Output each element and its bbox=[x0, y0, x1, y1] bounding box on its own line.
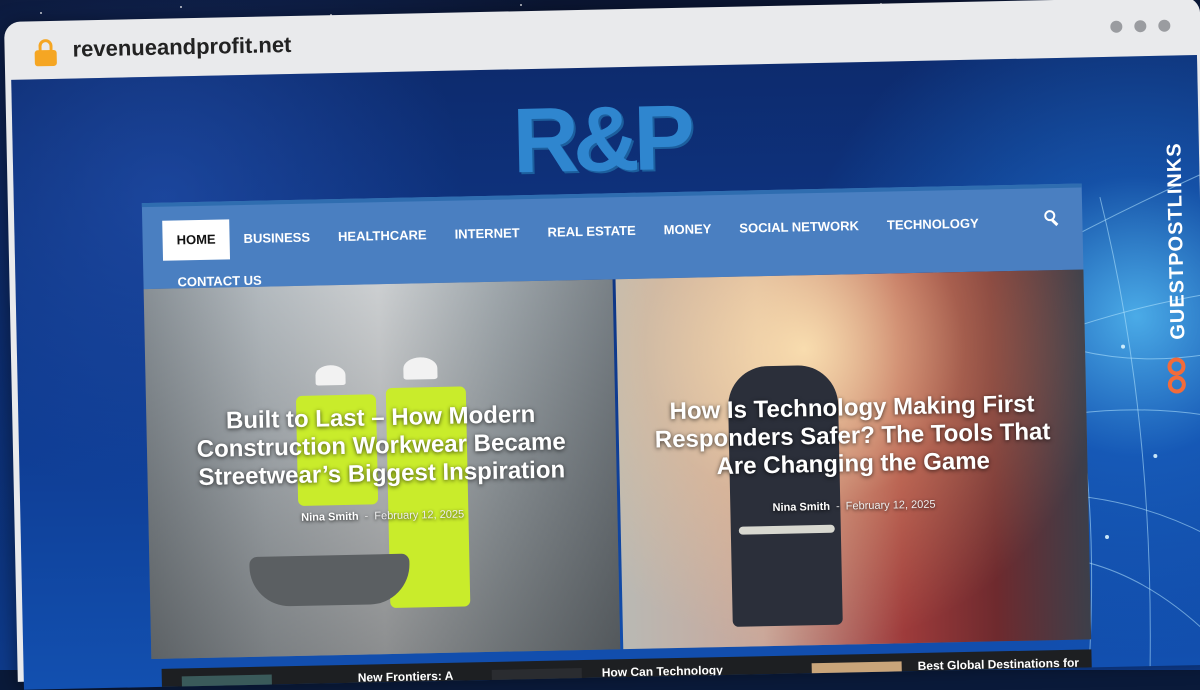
nav-item-real-estate[interactable]: REAL ESTATE bbox=[533, 211, 650, 253]
brand-text: GUESTPOSTLINKS bbox=[1163, 142, 1190, 340]
hero-title-1[interactable]: Built to Last – How Modern Construction … bbox=[176, 400, 586, 493]
page-viewport: R&P HOME BUSINESS HEALTHCARE INTERNET RE… bbox=[11, 55, 1200, 690]
nav-item-internet[interactable]: INTERNET bbox=[440, 213, 534, 255]
hero-meta-1: Nina Smith - February 12, 2025 bbox=[148, 505, 617, 527]
strip-title-3[interactable]: Best Global Destinations for bbox=[918, 655, 1088, 673]
nav-item-home[interactable]: HOME bbox=[162, 219, 231, 261]
dot-icon bbox=[1158, 19, 1171, 32]
hero-article-1[interactable]: Built to Last – How Modern Construction … bbox=[143, 279, 620, 660]
site-logo[interactable]: R&P bbox=[511, 86, 704, 193]
author-name[interactable]: Nina Smith bbox=[772, 501, 830, 514]
post-date: February 12, 2025 bbox=[374, 508, 465, 523]
dot-icon bbox=[1110, 20, 1123, 33]
guestpostlinks-badge: GUESTPOSTLINKS bbox=[1152, 105, 1198, 406]
strip-title-1[interactable]: New Frontiers: A bbox=[358, 668, 508, 685]
link-icon bbox=[1165, 357, 1188, 397]
logo-text: R&P bbox=[511, 86, 690, 193]
nav-item-healthcare[interactable]: HEALTHCARE bbox=[324, 215, 441, 257]
window-controls bbox=[1110, 19, 1171, 33]
author-name[interactable]: Nina Smith bbox=[301, 511, 359, 524]
nav-item-technology[interactable]: TECHNOLOGY bbox=[873, 203, 994, 245]
browser-window: revenueandprofit.net R&P HOME BUSINESS H… bbox=[4, 0, 1200, 690]
lock-icon bbox=[34, 38, 57, 67]
meta-separator: - bbox=[364, 510, 369, 523]
thumbnail-image[interactable] bbox=[181, 674, 273, 690]
hero-grid: Built to Last – How Modern Construction … bbox=[143, 269, 1092, 660]
post-date: February 12, 2025 bbox=[845, 498, 936, 513]
search-icon[interactable] bbox=[1044, 210, 1060, 227]
hero-article-2[interactable]: How Is Technology Making First Responder… bbox=[615, 269, 1092, 650]
thumbnail-image[interactable] bbox=[811, 661, 903, 690]
hero-meta-2: Nina Smith - February 12, 2025 bbox=[620, 495, 1089, 517]
strip-title-2[interactable]: How Can Technology bbox=[602, 662, 752, 680]
nav-item-money[interactable]: MONEY bbox=[649, 209, 725, 251]
meta-separator: - bbox=[835, 500, 840, 513]
nav-item-social-network[interactable]: SOCIAL NETWORK bbox=[725, 206, 873, 249]
dot-icon bbox=[1134, 20, 1147, 33]
nav-item-business[interactable]: BUSINESS bbox=[229, 217, 324, 259]
site-container: HOME BUSINESS HEALTHCARE INTERNET REAL E… bbox=[141, 183, 1093, 690]
url-text[interactable]: revenueandprofit.net bbox=[72, 32, 291, 63]
thumbnail-image[interactable] bbox=[491, 668, 583, 690]
hero-title-2[interactable]: How Is Technology Making First Responder… bbox=[648, 390, 1058, 483]
